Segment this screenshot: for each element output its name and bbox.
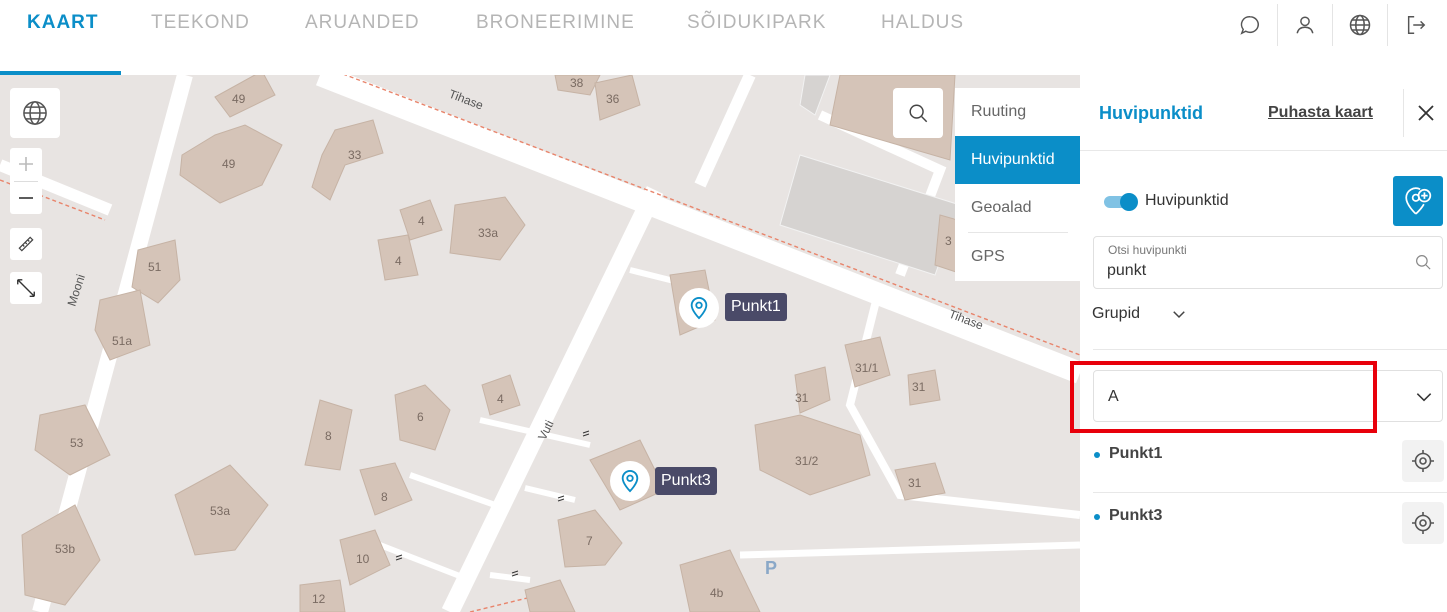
- locate-poi-button[interactable]: [1402, 502, 1444, 544]
- svg-text:31: 31: [908, 476, 922, 490]
- close-panel-button[interactable]: [1403, 89, 1447, 137]
- map-pin-icon: [690, 297, 708, 320]
- tab-haldus[interactable]: HALDUS: [881, 12, 964, 36]
- chevron-down-icon: [1414, 387, 1436, 407]
- crosshair-icon: [1412, 512, 1434, 534]
- map-layer-globe-button[interactable]: [10, 88, 60, 138]
- panel-title: Huvipunktid: [1099, 103, 1203, 123]
- layer-geoalad[interactable]: Geoalad: [955, 184, 1080, 232]
- add-poi-button[interactable]: [1393, 176, 1443, 226]
- tab-kaart[interactable]: KAART: [27, 12, 99, 36]
- bullet-dot: [1094, 452, 1100, 458]
- svg-text:36: 36: [606, 92, 620, 106]
- svg-text:51a: 51a: [112, 334, 132, 348]
- plus-icon: [19, 157, 33, 171]
- svg-text:49: 49: [222, 157, 236, 171]
- layer-ruuting[interactable]: Ruuting: [955, 88, 1080, 136]
- poi-search-field: Otsi huvipunkti: [1093, 236, 1443, 289]
- svg-text:3: 3: [945, 234, 952, 248]
- globe-icon: [23, 101, 47, 125]
- groups-label: Grupid: [1092, 305, 1141, 322]
- search-icon[interactable]: [1414, 253, 1434, 273]
- poi-marker-punkt1[interactable]: [679, 288, 719, 328]
- minus-icon: [19, 197, 33, 199]
- poi-search-input[interactable]: [1107, 261, 1397, 281]
- layer-menu: Ruuting Huvipunktid Geoalad GPS: [955, 88, 1080, 281]
- svg-text:4: 4: [395, 254, 402, 268]
- poi-name: Punkt1: [1109, 445, 1163, 462]
- svg-text:8: 8: [325, 429, 332, 443]
- svg-text:31: 31: [912, 380, 926, 394]
- chevron-down-icon[interactable]: [1170, 305, 1190, 325]
- svg-text:4: 4: [497, 392, 504, 406]
- bullet-dot: [1094, 514, 1100, 520]
- locate-poi-button[interactable]: [1402, 440, 1444, 482]
- zoom-out-button[interactable]: [10, 182, 42, 214]
- poi-visibility-toggle[interactable]: [1104, 193, 1138, 211]
- poi-marker-label: Punkt3: [655, 467, 717, 495]
- tab-aruanded[interactable]: ARUANDED: [305, 12, 420, 36]
- poi-name: Punkt3: [1109, 507, 1163, 524]
- logout-icon[interactable]: [1399, 8, 1433, 42]
- map-search-button[interactable]: [893, 88, 943, 138]
- map-canvas[interactable]: 49 49 33 38 36 4 33a 4 51 51a 53 53a 53b 8 6 4 8 10 …: [0, 75, 1080, 612]
- add-location-icon: [1405, 187, 1432, 215]
- svg-text:53b: 53b: [55, 542, 75, 556]
- tab-broneerimine[interactable]: BRONEERIMINE: [476, 12, 635, 36]
- svg-text:33: 33: [348, 148, 362, 162]
- poi-marker-label: Punkt1: [725, 293, 787, 321]
- svg-text:31/2: 31/2: [795, 454, 819, 468]
- search-icon: [909, 104, 928, 123]
- chat-icon[interactable]: [1233, 8, 1267, 42]
- svg-text:38: 38: [570, 76, 584, 90]
- parking-sign: P: [765, 558, 778, 578]
- layer-huvipunktid[interactable]: Huvipunktid: [955, 136, 1080, 184]
- close-icon: [1417, 105, 1434, 121]
- tab-teekond[interactable]: TEEKOND: [151, 12, 250, 36]
- tab-soidukipark[interactable]: SÕIDUKIPARK: [687, 12, 826, 36]
- top-navigation: KAART TEEKOND ARUANDED BRONEERIMINE SÕID…: [0, 0, 1447, 75]
- globe-icon[interactable]: [1343, 8, 1377, 42]
- ruler-icon: [18, 236, 34, 252]
- svg-text:Tihase: Tihase: [447, 87, 486, 113]
- zoom-control: [10, 148, 42, 214]
- poi-list-item[interactable]: Punkt1: [1080, 430, 1447, 490]
- poi-list-item[interactable]: Punkt3: [1080, 492, 1447, 552]
- svg-text:10: 10: [356, 552, 370, 566]
- toggle-label: Huvipunktid: [1145, 192, 1229, 209]
- measure-button[interactable]: [10, 228, 42, 260]
- svg-text:4: 4: [418, 214, 425, 228]
- fullscreen-button[interactable]: [10, 272, 42, 304]
- svg-text:12: 12: [312, 592, 326, 606]
- clear-map-link[interactable]: Puhasta kaart: [1268, 104, 1373, 122]
- svg-text:Mooni: Mooni: [65, 273, 88, 308]
- svg-text:31/1: 31/1: [855, 361, 879, 375]
- expand-icon: [17, 279, 35, 297]
- svg-text:53: 53: [70, 436, 84, 450]
- layer-gps[interactable]: GPS: [955, 233, 1080, 281]
- svg-text:8: 8: [381, 490, 388, 504]
- svg-text:51: 51: [148, 260, 162, 274]
- zoom-in-button[interactable]: [10, 148, 42, 180]
- poi-panel: Huvipunktid Puhasta kaart Huvipunktid Ot…: [1080, 75, 1447, 612]
- group-select[interactable]: A: [1093, 370, 1443, 422]
- poi-marker-punkt3[interactable]: [610, 461, 650, 501]
- svg-text:53a: 53a: [210, 504, 230, 518]
- svg-text:31: 31: [795, 391, 809, 405]
- map-pin-icon: [621, 470, 639, 493]
- group-select-value: A: [1108, 388, 1119, 405]
- crosshair-icon: [1412, 450, 1434, 472]
- search-legend: Otsi huvipunkti: [1108, 243, 1187, 257]
- svg-text:33a: 33a: [478, 226, 498, 240]
- user-icon[interactable]: [1288, 8, 1322, 42]
- svg-text:7: 7: [586, 534, 593, 548]
- svg-text:49: 49: [232, 92, 246, 106]
- svg-text:4b: 4b: [710, 586, 724, 600]
- svg-text:6: 6: [417, 410, 424, 424]
